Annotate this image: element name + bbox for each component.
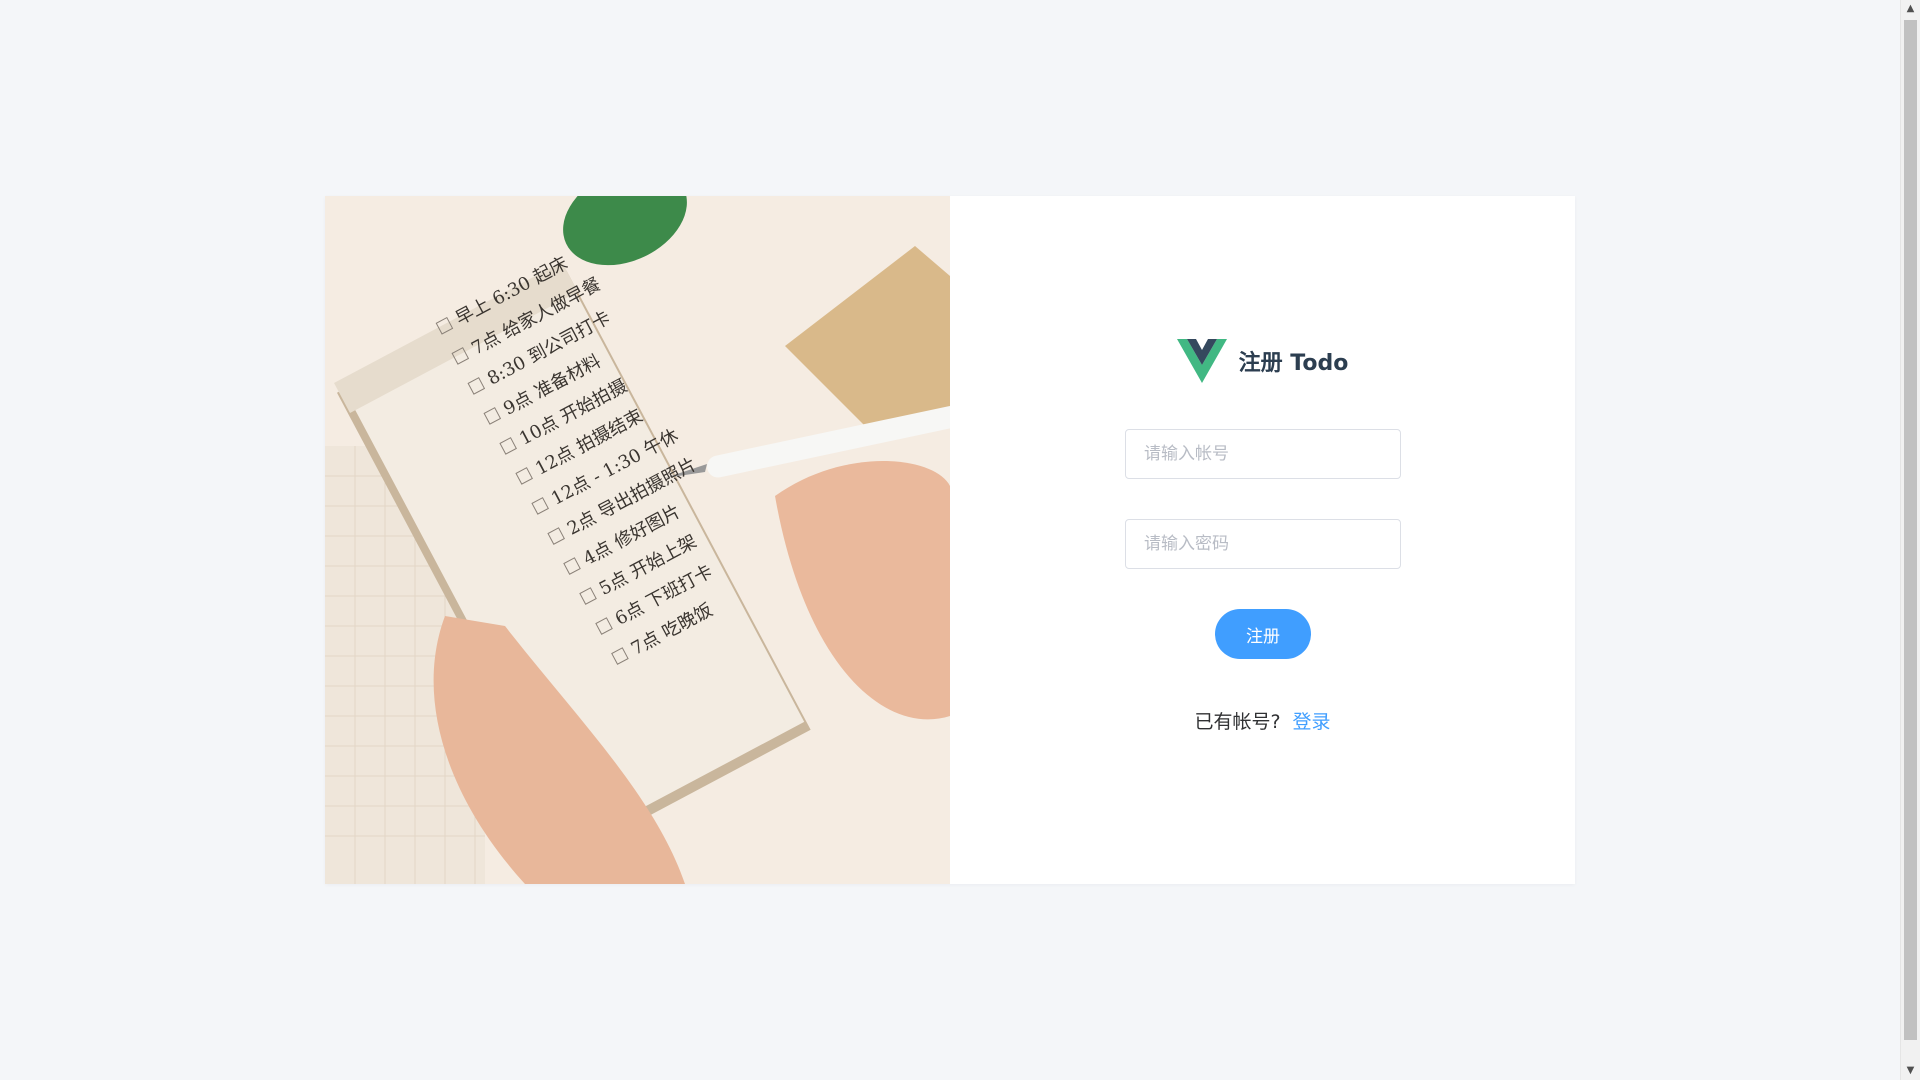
brand-header: 注册 Todo [950, 339, 1575, 383]
page-title: 注册 Todo [1238, 351, 1349, 376]
register-form-panel: 注册 Todo 注册 已有帐号? 登录 [950, 196, 1575, 884]
account-input[interactable] [1125, 429, 1401, 479]
notepad-photo: ☐ 早上 6:30 起床 ☐ 7点 给家人做早餐 ☐ 8:30 到公司打卡 ☐ 9点 … [325, 196, 950, 884]
register-card: ☐ 早上 6:30 起床 ☐ 7点 给家人做早餐 ☐ 8:30 到公司打卡 ☐ 9点 … [325, 196, 1575, 884]
vertical-scrollbar[interactable]: ▲ ▼ [1900, 0, 1920, 1080]
scroll-down-arrow-icon[interactable]: ▼ [1901, 1062, 1920, 1080]
vue-logo-icon [1176, 339, 1227, 383]
scrollbar-thumb[interactable] [1904, 20, 1917, 1040]
password-input[interactable] [1125, 519, 1401, 569]
register-button[interactable]: 注册 [1215, 609, 1311, 659]
scroll-up-arrow-icon[interactable]: ▲ [1901, 0, 1920, 18]
login-switch: 已有帐号? 登录 [950, 707, 1575, 734]
has-account-prompt: 已有帐号? [1194, 711, 1281, 733]
login-link[interactable]: 登录 [1293, 711, 1331, 733]
